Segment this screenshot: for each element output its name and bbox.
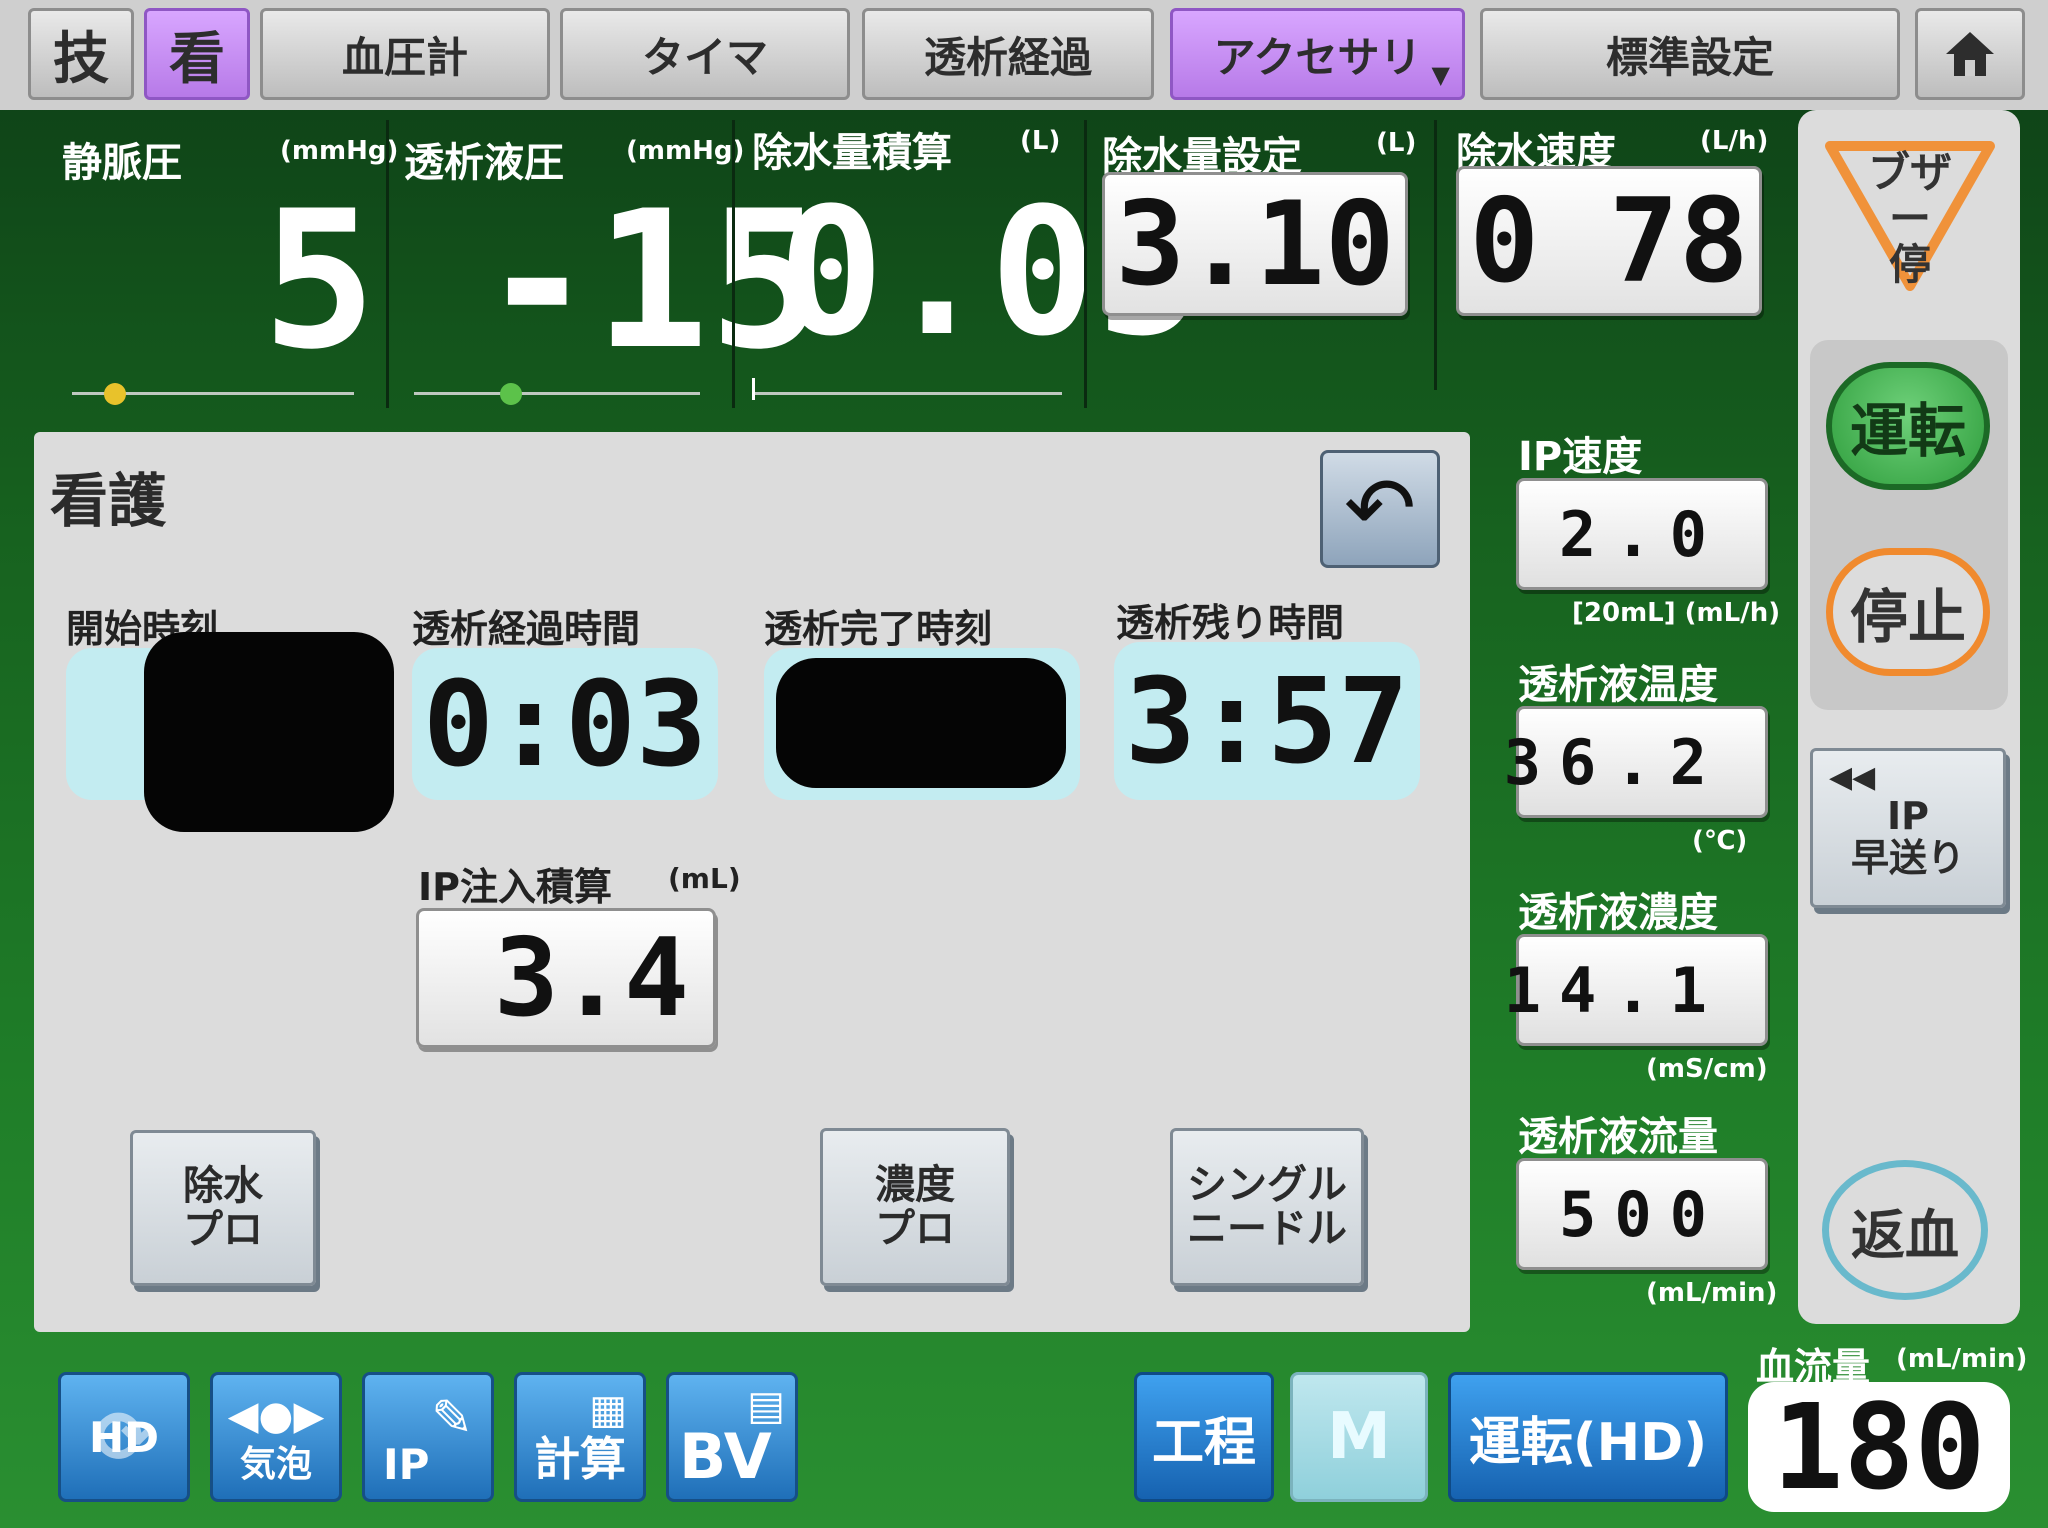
venous-pressure-unit: (mmHg) [280, 136, 399, 166]
single-needle-button[interactable]: シングル ニードル [1170, 1128, 1364, 1286]
dialysate-conc-input[interactable]: 14.1 [1504, 934, 1768, 1046]
ip-total-label: IP注入積算 [418, 865, 612, 909]
uf-total-unit: (L) [1020, 126, 1061, 156]
dialysate-pressure-indicator [500, 383, 522, 405]
calculator-button[interactable]: ▦ 計算 [514, 1372, 646, 1502]
dialysis-screen: 技 看 血圧計 タイマ 透析経過 アクセサリ ▼ 標準設定 静脈圧 (mmHg)… [0, 0, 2048, 1528]
stop-button[interactable]: 停止 [1826, 548, 1990, 676]
uf-goal-input[interactable]: 3.10 [1102, 172, 1408, 316]
back-button[interactable]: ↶ [1320, 450, 1440, 568]
home-button[interactable] [1915, 8, 2025, 100]
uf-rate-input[interactable]: 0 78 [1456, 166, 1762, 316]
ip-fast-forward-label: IP 早送り [1850, 794, 1965, 880]
process-button[interactable]: 工程 [1134, 1372, 1274, 1502]
dialysate-pressure-unit: (mmHg) [626, 136, 745, 166]
dialysate-pressure-value: -15 [480, 170, 824, 391]
tab-gi[interactable]: 技 [28, 8, 134, 100]
ip-rate-input[interactable]: 2.0 [1516, 478, 1768, 590]
ip-rate-unit: [20mL] (mL/h) [1572, 598, 1781, 628]
ip-total-value: 3.4 [416, 908, 716, 1048]
tab-timer[interactable]: タイマ [560, 8, 850, 100]
venous-pressure-indicator [104, 383, 126, 405]
buzzer-stop-label: ブザー 停 [1867, 148, 1952, 290]
ip-button[interactable]: ✎ IP [362, 1372, 494, 1502]
dropdown-arrow-icon: ▼ [1431, 61, 1450, 89]
end-time-label: 透析完了時刻 [764, 607, 993, 651]
divider [1434, 120, 1437, 390]
panel-title: 看護 [50, 467, 167, 535]
elapsed-time-value: 0:03 [412, 648, 718, 800]
dialysate-temp-input[interactable]: 36.2 [1504, 706, 1768, 818]
remaining-time-value: 3:57 [1114, 642, 1420, 800]
tab-accessory[interactable]: アクセサリ ▼ [1170, 8, 1465, 100]
uf-total-progress-marker [752, 378, 755, 400]
bubble-label: 気泡 [239, 1444, 312, 1485]
blood-flow-unit: (mL/min) [1896, 1344, 2028, 1374]
concentration-profile-button[interactable]: 濃度 プロ [820, 1128, 1010, 1286]
dialysate-temp-unit: (℃) [1692, 826, 1748, 856]
ip-total-unit: (mL) [668, 862, 741, 895]
divider [1084, 120, 1087, 408]
uf-rate-unit: (L/h) [1700, 126, 1769, 156]
home-icon [1946, 32, 1994, 76]
memo-button[interactable]: M [1290, 1372, 1428, 1502]
nursing-panel: 看護 ↶ 開始時刻 透析経過時間 0:03 透析完了時刻 透析残り時間 3:57… [34, 432, 1470, 1332]
bv-label: BV [679, 1420, 772, 1493]
tab-kan[interactable]: 看 [144, 8, 250, 100]
top-tab-bar: 技 看 血圧計 タイマ 透析経過 アクセサリ ▼ 標準設定 [0, 0, 2048, 110]
remaining-time-label: 透析残り時間 [1116, 601, 1345, 645]
dialysate-conc-label: 透析液濃度 [1518, 890, 1718, 936]
dialysate-flow-input[interactable]: 500 [1516, 1158, 1768, 1270]
tab-blood-pressure[interactable]: 血圧計 [260, 8, 550, 100]
ip-label: IP [383, 1440, 430, 1489]
dialysate-flow-unit: (mL/min) [1646, 1278, 1778, 1308]
redacted-area [144, 632, 394, 832]
calc-label: 計算 [534, 1432, 626, 1486]
dialysate-temp-label: 透析液温度 [1518, 662, 1718, 708]
syringe-icon: ✎ [431, 1389, 473, 1447]
redacted-area [776, 658, 1066, 788]
hd-label: HD [88, 1412, 159, 1462]
uf-goal-unit: (L) [1376, 128, 1417, 158]
blood-volume-button[interactable]: ▤ BV [666, 1372, 798, 1502]
elapsed-time-label: 透析経過時間 [412, 607, 641, 651]
venous-pressure-label: 静脈圧 [62, 140, 182, 186]
tab-standard-settings[interactable]: 標準設定 [1480, 8, 1900, 100]
tab-accessory-label: アクセサリ [1213, 32, 1422, 82]
ip-rate-label: IP速度 [1518, 434, 1643, 480]
divider [732, 120, 735, 408]
dialysate-flow-label: 透析液流量 [1518, 1114, 1718, 1160]
blood-flow-value[interactable]: 180 [1748, 1378, 2010, 1516]
uf-profile-button[interactable]: 除水 プロ [130, 1130, 316, 1286]
venous-pressure-value: 5 [262, 170, 377, 391]
run-button[interactable]: 運転 [1826, 362, 1990, 490]
uf-total-progress-bar [752, 392, 1062, 395]
hd-mode-button[interactable]: ⟳ HD [58, 1372, 190, 1502]
bubble-detector-button[interactable]: ◀●▶ 気泡 [210, 1372, 342, 1502]
run-hd-button[interactable]: 運転(HD) [1448, 1372, 1728, 1502]
undo-arrow-icon: ↶ [1343, 459, 1417, 559]
tab-progress[interactable]: 透析経過 [862, 8, 1154, 100]
dialysate-pressure-range-bar [414, 392, 700, 395]
bubble-icon: ◀●▶ [227, 1393, 325, 1439]
divider [386, 120, 389, 408]
blood-return-button[interactable]: 返血 [1822, 1160, 1988, 1300]
rewind-icon: ◀◀ [1829, 760, 1876, 795]
ip-fast-forward-button[interactable]: ◀◀ IP 早送り [1810, 748, 2006, 908]
dialysate-conc-unit: (mS/cm) [1646, 1054, 1768, 1084]
